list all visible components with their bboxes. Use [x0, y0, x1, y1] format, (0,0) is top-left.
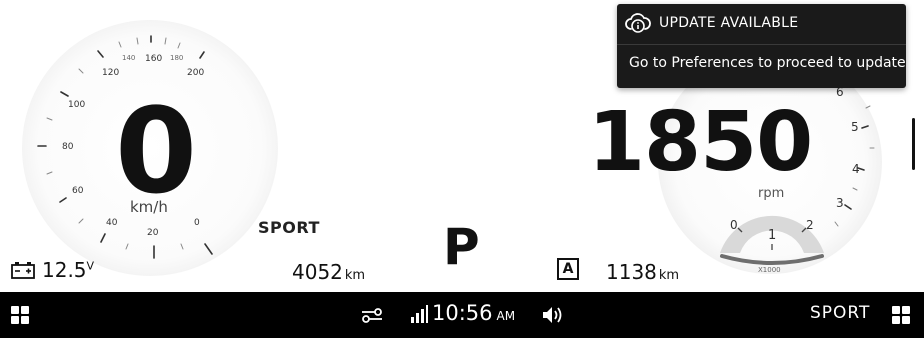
key-icon[interactable] [361, 307, 383, 323]
speed-tick-100: 100 [68, 100, 86, 110]
rpm-tick-3: 3 [836, 196, 844, 210]
speed-unit: km/h [130, 198, 168, 216]
clock-ampm: AM [496, 309, 516, 323]
trip-unit: km [658, 268, 680, 283]
speed-tick-200: 200 [187, 68, 205, 78]
odometer-unit: km [344, 268, 366, 283]
menu-grid-icon[interactable] [892, 306, 910, 324]
signal-bars-icon [411, 305, 428, 323]
notification-title: UPDATE AVAILABLE [659, 15, 799, 31]
rpm-gauge-tick-0: 0 [730, 218, 738, 232]
gear-indicator: P [443, 218, 480, 276]
trip-meter: 1138 km [606, 260, 679, 284]
battery-readout: 12.5V [10, 258, 94, 282]
clock-time: 10:56 [432, 301, 493, 325]
update-notification[interactable]: UPDATE AVAILABLE Go to Preferences to pr… [617, 4, 906, 88]
trip-value: 1138 [606, 260, 657, 284]
drive-mode-label: SPORT [258, 218, 320, 237]
speed-tick-20: 20 [147, 228, 159, 238]
battery-icon [11, 262, 35, 279]
odometer-value: 4052 [292, 260, 343, 284]
clock: 10:56 AM [432, 301, 515, 325]
volume-icon[interactable] [541, 305, 563, 325]
bottom-status-bar: 10:56 AM SPORT [0, 292, 924, 338]
rpm-value: 1850 [588, 95, 813, 190]
battery-value: 12.5V [42, 258, 95, 282]
speed-tick-0: 0 [194, 218, 200, 228]
speed-value: 0 [114, 82, 197, 220]
rpm-gauge-tick-1: 1 [768, 228, 777, 243]
speed-tick-60: 60 [72, 186, 84, 196]
cloud-info-icon [625, 13, 651, 33]
notification-message: Go to Preferences to proceed to update [629, 55, 906, 71]
speed-tick-160: 160 [145, 54, 163, 64]
apps-grid-icon[interactable] [11, 306, 29, 324]
rpm-tick-4: 4 [852, 162, 860, 176]
speed-tick-120: 120 [102, 68, 120, 78]
speed-tick-180: 180 [170, 54, 184, 62]
notification-divider [617, 44, 906, 45]
speed-tick-140: 140 [122, 54, 136, 62]
rpm-gauge-tick-2: 2 [806, 218, 814, 232]
speed-tick-80: 80 [62, 142, 74, 152]
auto-hold-indicator: A [557, 258, 579, 280]
rpm-multiplier: X1000 [758, 266, 781, 274]
odometer: 4052 km [292, 260, 365, 284]
rpm-unit: rpm [758, 186, 785, 201]
bottom-mode-label[interactable]: SPORT [810, 303, 870, 323]
rpm-tick-5: 5 [851, 120, 859, 134]
side-scroll-handle[interactable] [912, 118, 915, 170]
